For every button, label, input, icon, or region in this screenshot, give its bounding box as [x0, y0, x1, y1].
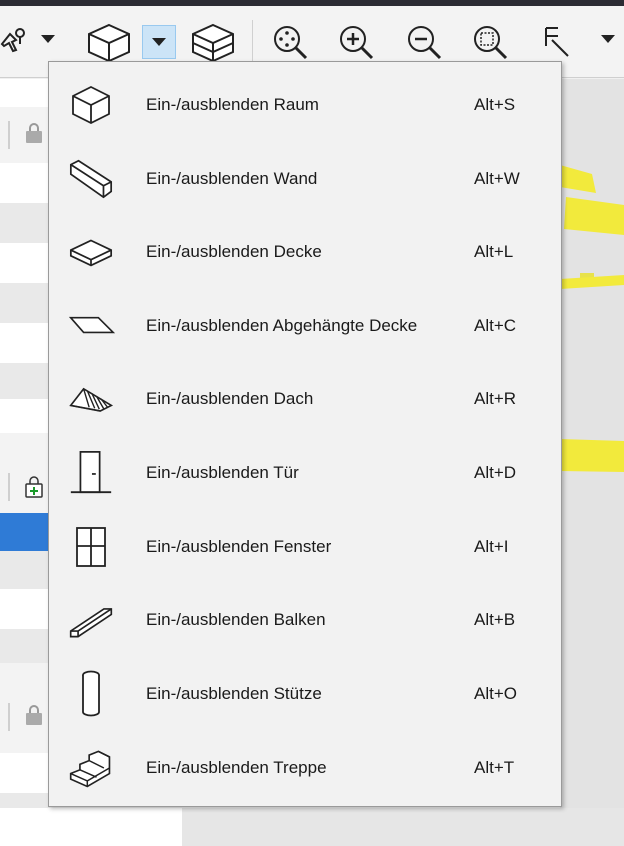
list-item[interactable]	[0, 551, 50, 589]
menu-item-shortcut: Alt+O	[474, 683, 517, 703]
menu-item-shortcut: Alt+T	[474, 757, 515, 777]
menu-item-beam[interactable]: Ein-/ausblenden Balken Alt+B	[49, 583, 561, 656]
panel-header	[0, 107, 50, 163]
menu-item-shortcut: Alt+L	[474, 241, 514, 261]
menu-item-slab[interactable]: Ein-/ausblenden Decke Alt+L	[49, 215, 561, 288]
menu-item-roof[interactable]: Ein-/ausblenden Dach Alt+R	[49, 362, 561, 435]
toolbar-separator	[252, 20, 253, 66]
zoom-window-icon[interactable]	[468, 20, 512, 64]
status-area	[182, 808, 624, 846]
list-item[interactable]	[0, 243, 50, 283]
column-icon	[67, 670, 115, 717]
chevron-down-icon[interactable]	[600, 32, 616, 50]
menu-item-label: Ein-/ausblenden Wand	[146, 168, 318, 188]
stair-icon	[67, 745, 115, 791]
room-cube-icon	[67, 82, 115, 128]
menu-item-label: Ein-/ausblenden Treppe	[146, 757, 327, 777]
visibility-dropdown-menu: Ein-/ausblenden Raum Alt+S Ein-/ausblend…	[48, 61, 562, 807]
list-item[interactable]	[0, 753, 50, 793]
menu-item-label: Ein-/ausblenden Decke	[146, 241, 322, 261]
menu-item-label: Ein-/ausblenden Stütze	[146, 683, 322, 703]
left-panel	[0, 79, 50, 846]
zoom-in-icon[interactable]	[334, 20, 378, 64]
wall-icon	[67, 156, 115, 202]
cube-view-icon[interactable]	[84, 20, 134, 64]
menu-item-column[interactable]: Ein-/ausblenden Stütze Alt+O	[49, 657, 561, 730]
beam-icon	[67, 597, 115, 643]
list-item[interactable]	[0, 363, 50, 399]
lock-icon[interactable]	[24, 705, 44, 732]
roof-icon	[67, 376, 115, 422]
menu-item-label: Ein-/ausblenden Fenster	[146, 536, 332, 556]
list-item[interactable]	[0, 203, 50, 243]
menu-item-label: Ein-/ausblenden Tür	[146, 462, 299, 482]
menu-item-room[interactable]: Ein-/ausblenden Raum Alt+S	[49, 68, 561, 141]
list-item[interactable]	[0, 399, 50, 433]
menu-item-suspended-ceiling[interactable]: Ein-/ausblenden Abgehängte Decke Alt+C	[49, 289, 561, 362]
panel-header	[0, 663, 50, 753]
menu-item-shortcut: Alt+I	[474, 536, 509, 556]
panel-header	[0, 433, 50, 513]
cube-view-dropdown-button[interactable]	[142, 25, 176, 59]
zoom-out-icon[interactable]	[402, 20, 446, 64]
menu-item-label: Ein-/ausblenden Dach	[146, 388, 314, 408]
menu-item-shortcut: Alt+B	[474, 609, 516, 629]
menu-item-stair[interactable]: Ein-/ausblenden Treppe Alt+T	[49, 731, 561, 804]
chevron-down-icon[interactable]	[40, 32, 56, 50]
select-cursor-icon[interactable]	[536, 20, 576, 64]
menu-item-label: Ein-/ausblenden Balken	[146, 609, 326, 629]
window-icon	[67, 524, 115, 570]
grip-handle[interactable]	[8, 121, 10, 149]
list-item[interactable]	[0, 323, 50, 363]
panel-footer	[0, 808, 182, 846]
suspended-ceiling-icon	[67, 303, 115, 349]
menu-item-shortcut: Alt+D	[474, 462, 517, 482]
panel-row	[0, 79, 50, 107]
list-item[interactable]	[0, 163, 50, 203]
menu-item-door[interactable]: Ein-/ausblenden Tür Alt+D	[49, 436, 561, 509]
list-item[interactable]	[0, 589, 50, 629]
door-icon	[67, 450, 115, 496]
lock-add-icon[interactable]	[24, 475, 44, 504]
menu-item-shortcut: Alt+S	[474, 94, 516, 114]
section-box-icon[interactable]	[188, 20, 238, 64]
menu-item-window[interactable]: Ein-/ausblenden Fenster Alt+I	[49, 510, 561, 583]
lock-icon[interactable]	[24, 123, 44, 150]
menu-item-shortcut: Alt+R	[474, 388, 517, 408]
menu-item-label: Ein-/ausblenden Raum	[146, 94, 319, 114]
zoom-extents-icon[interactable]	[268, 20, 312, 64]
list-item[interactable]	[0, 283, 50, 323]
list-item[interactable]	[0, 629, 50, 663]
grip-handle[interactable]	[8, 473, 10, 501]
grip-handle[interactable]	[8, 703, 10, 731]
list-item-selected[interactable]	[0, 513, 50, 551]
slab-icon	[67, 229, 115, 275]
menu-item-wall[interactable]: Ein-/ausblenden Wand Alt+W	[49, 142, 561, 215]
pin-cursor-icon[interactable]	[0, 20, 34, 64]
menu-item-shortcut: Alt+C	[474, 315, 517, 335]
menu-item-shortcut: Alt+W	[474, 168, 520, 188]
3d-viewport[interactable]	[560, 79, 624, 808]
menu-item-label: Ein-/ausblenden Abgehängte Decke	[146, 315, 418, 335]
